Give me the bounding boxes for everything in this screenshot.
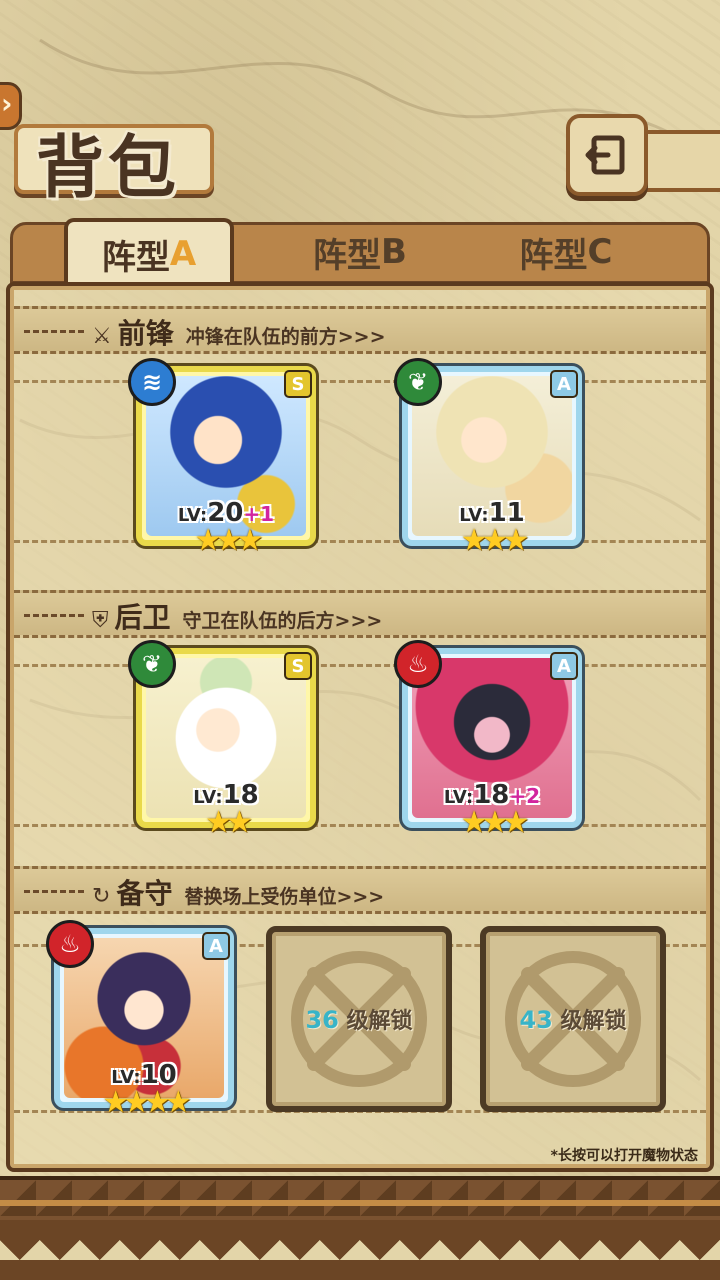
swap-icon: ↻ [92,884,111,909]
unlock-requirement: 43 级解锁 [519,1006,627,1034]
tab-formation-b[interactable]: 阵型 B [270,218,450,286]
tab-letter: A [169,234,197,274]
star-rating: ★★★ [460,805,530,840]
rank-badge: S [284,370,312,398]
unit-card-back-1[interactable]: ❦ S LV:18 ★★ [128,640,316,840]
star-rating: ★★★★ [102,1085,192,1120]
row-guide [14,540,706,543]
section-title: 后卫 [114,601,171,634]
shield-icon: ⛨ [92,608,109,633]
tab-formation-c[interactable]: 阵型 C [476,218,656,286]
tab-letter: C [587,232,613,272]
unit-card-front-1[interactable]: ≋ S LV:20+1 ★★★ [128,358,316,558]
unlock-requirement: 36 级解锁 [305,1006,413,1034]
rank-badge: A [550,652,578,680]
divider [24,614,84,617]
page-title: 背包 [36,128,181,208]
unit-card-front-2[interactable]: ❦ A LV:11 ★★★ [394,358,582,558]
bottom-border [0,1176,720,1280]
hint-text: *长按可以打开魔物状态 [550,1148,698,1164]
exit-button[interactable] [566,114,648,196]
unit-card-reserve-1[interactable]: ♨ A LV:10 ★★★★ [46,920,234,1120]
section-header-reserve: ↻ 备守 替换场上受伤单位>>> [92,872,384,912]
tab-letter: B [381,232,407,272]
bottom-zigzag [0,1220,720,1280]
divider [24,330,84,333]
tab-label: 阵型 [519,235,588,276]
sword-icon: ⚔ [92,324,112,349]
section-title: 前锋 [117,317,174,350]
section-header-front: ⚔ 前锋 冲锋在队伍的前方>>> [92,312,386,352]
tab-label: 阵型 [101,237,170,278]
row-guide [14,380,706,383]
row-guide [14,664,706,667]
return-icon [585,135,625,175]
star-rating: ★★ [205,805,253,840]
side-menu-button[interactable] [0,82,22,130]
rank-badge: A [202,932,230,960]
section-desc: 替换场上受伤单位>>> [184,886,385,908]
star-rating: ★★★ [194,523,264,558]
divider [24,890,84,893]
section-title: 备守 [116,877,173,910]
grass-element-icon: ❦ [128,640,176,688]
water-element-icon: ≋ [128,358,176,406]
section-header-back: ⛨ 后卫 守卫在队伍的后方>>> [92,596,382,636]
row-guide [14,824,706,827]
tab-label: 阵型 [313,235,382,276]
section-desc: 守卫在队伍的后方>>> [182,610,383,632]
rank-badge: A [550,370,578,398]
locked-slot-1[interactable]: 36 级解锁 [266,926,452,1112]
grass-element-icon: ❦ [394,358,442,406]
locked-slot-2[interactable]: 43 级解锁 [480,926,666,1112]
rank-badge: S [284,652,312,680]
unit-card-back-2[interactable]: ♨ A LV:18+2 ★★★ [394,640,582,840]
exit-button-tail [644,130,720,192]
fire-element-icon: ♨ [46,920,94,968]
star-rating: ★★★ [460,523,530,558]
section-desc: 冲锋在队伍的前方>>> [185,326,386,348]
tab-formation-a[interactable]: 阵型 A [64,218,234,286]
fire-element-icon: ♨ [394,640,442,688]
